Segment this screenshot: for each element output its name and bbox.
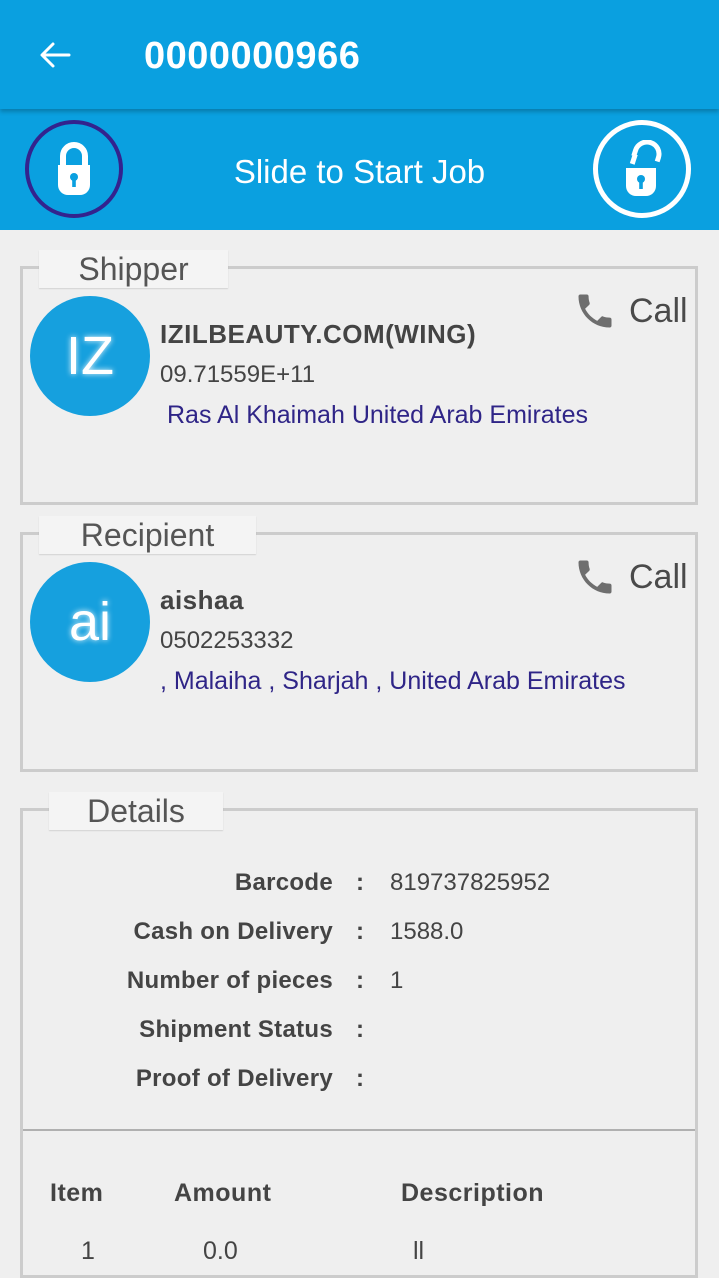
shipper-phone: 09.71559E+11: [160, 361, 316, 388]
table-cell-description: ll: [413, 1237, 425, 1265]
detail-label: Shipment Status: [139, 1016, 333, 1043]
phone-icon: [578, 294, 612, 328]
details-divider: [23, 1129, 695, 1131]
detail-colon: :: [356, 1016, 364, 1043]
detail-value: 1588.0: [390, 918, 464, 945]
recipient-call-button[interactable]: Call: [573, 555, 688, 599]
detail-label: Number of pieces: [126, 967, 333, 994]
shipper-avatar: IZ: [30, 296, 150, 416]
arrow-left-icon: [40, 42, 71, 68]
details-section-label: Details: [49, 792, 223, 830]
shipper-name: IZILBEAUTY.COM(WING): [160, 319, 477, 349]
shipper-card: IZ IZILBEAUTY.COM(WING) 09.71559E+11 Ras…: [20, 266, 698, 505]
shipper-section-label: Shipper: [39, 250, 228, 288]
recipient-call-label: Call: [629, 557, 688, 596]
detail-value: 819737825952: [390, 869, 551, 896]
recipient-card: ai aishaa 0502253332 , Malaiha , Sharjah…: [20, 532, 698, 772]
detail-row-barcode: Barcode : 819737825952: [23, 869, 663, 909]
recipient-avatar-initials: ai: [68, 592, 112, 652]
job-number-title: 0000000966: [144, 35, 361, 77]
table-header-item: Item: [50, 1179, 104, 1207]
recipient-avatar: ai: [30, 562, 150, 682]
table-cell-amount: 0.0: [203, 1237, 238, 1265]
app-bar: 0000000966: [0, 0, 719, 109]
detail-row-cod: Cash on Delivery : 1588.0: [23, 918, 663, 958]
detail-row-status: Shipment Status :: [23, 1016, 663, 1056]
recipient-phone: 0502253332: [160, 627, 294, 654]
recipient-name: aishaa: [160, 585, 244, 615]
details-card: Barcode : 819737825952 Cash on Delivery …: [20, 808, 698, 1278]
table-header-amount: Amount: [174, 1179, 272, 1207]
shipper-call-button[interactable]: Call: [573, 289, 688, 333]
back-button[interactable]: [30, 30, 80, 80]
shipper-address: Ras Al Khaimah United Arab Emirates: [167, 401, 589, 429]
detail-label: Barcode: [234, 869, 333, 896]
phone-icon: [578, 560, 612, 594]
shipper-call-label: Call: [629, 291, 688, 330]
unlock-target: [593, 120, 691, 218]
detail-row-pieces: Number of pieces : 1: [23, 967, 663, 1007]
detail-colon: :: [356, 918, 364, 945]
detail-label: Proof of Delivery: [135, 1065, 333, 1092]
detail-value: 1: [390, 967, 404, 994]
detail-colon: :: [356, 967, 364, 994]
lock-open-icon: [626, 140, 662, 196]
table-cell-item: 1: [81, 1237, 95, 1265]
detail-label: Cash on Delivery: [133, 918, 333, 945]
detail-colon: :: [356, 1065, 364, 1092]
recipient-section-label: Recipient: [39, 516, 256, 554]
recipient-address: , Malaiha , Sharjah , United Arab Emirat…: [160, 667, 626, 695]
detail-row-pod: Proof of Delivery :: [23, 1065, 663, 1105]
table-header-description: Description: [401, 1179, 545, 1207]
detail-colon: :: [356, 869, 364, 896]
shipper-avatar-initials: IZ: [66, 326, 114, 386]
